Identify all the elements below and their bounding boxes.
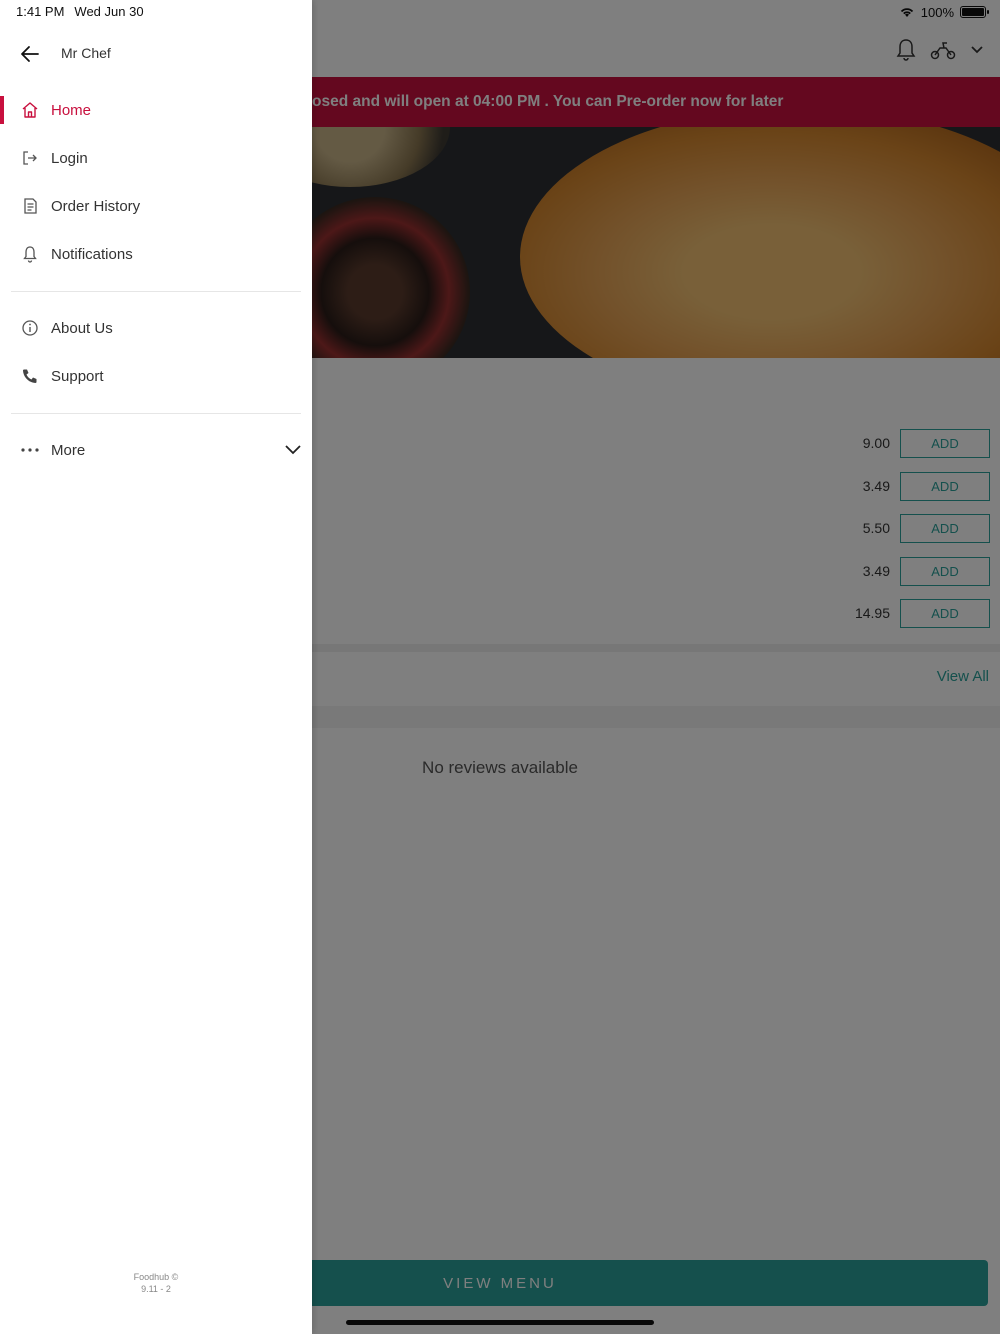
nav-item-label: About Us xyxy=(51,319,113,337)
status-time: 1:41 PM xyxy=(16,4,65,19)
nav-item-about-us[interactable]: About Us xyxy=(0,308,312,348)
back-arrow-icon[interactable] xyxy=(18,42,42,66)
navigation-drawer: 1:41 PM Wed Jun 30 Mr Chef Home Login Ord… xyxy=(0,0,312,1334)
nav-item-label: Order History xyxy=(51,197,141,215)
nav-item-order-history[interactable]: Order History xyxy=(0,186,312,226)
chevron-down-icon[interactable] xyxy=(284,441,302,459)
nav-item-label: Support xyxy=(51,367,104,385)
footer-brand: Foodhub © xyxy=(133,1272,179,1282)
home-icon xyxy=(19,99,41,121)
nav-item-login[interactable]: Login xyxy=(0,138,312,178)
restaurant-name: Mr Chef xyxy=(61,45,111,61)
drawer-header: Mr Chef xyxy=(0,30,312,78)
info-icon xyxy=(19,317,41,339)
nav-item-label: Home xyxy=(51,101,92,119)
status-bar-left: 1:41 PM Wed Jun 30 xyxy=(16,4,144,19)
nav-item-notifications[interactable]: Notifications xyxy=(0,234,312,274)
login-icon xyxy=(19,147,41,169)
status-date: Wed Jun 30 xyxy=(74,4,144,19)
footer-version: 9.11 - 2 xyxy=(141,1284,171,1294)
drawer-divider xyxy=(11,413,301,414)
nav-item-label: More xyxy=(51,441,86,459)
drawer-divider xyxy=(11,291,301,292)
nav-item-support[interactable]: Support xyxy=(0,356,312,396)
nav-item-label: Login xyxy=(51,149,88,167)
more-dots-icon xyxy=(19,439,41,461)
nav-item-label: Notifications xyxy=(51,245,133,263)
bell-icon xyxy=(19,243,41,265)
drawer-footer: Foodhub © 9.11 - 2 xyxy=(0,1271,312,1295)
receipt-icon xyxy=(19,195,41,217)
nav-item-home[interactable]: Home xyxy=(0,90,312,130)
phone-icon xyxy=(19,365,41,387)
nav-item-more[interactable]: More xyxy=(0,430,312,470)
